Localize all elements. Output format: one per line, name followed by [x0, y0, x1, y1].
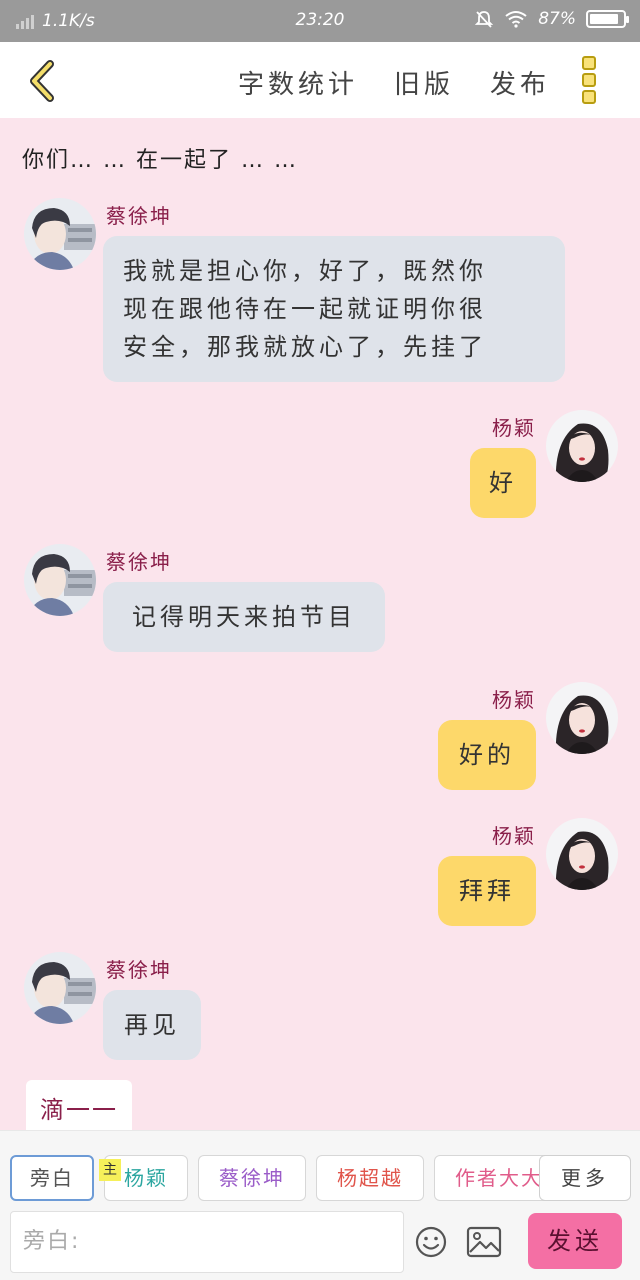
- top-actions: 字数统计 旧版 发布: [238, 64, 550, 101]
- chat-message: 蔡徐坤再见: [0, 952, 640, 1062]
- avatar-caixukun[interactable]: [24, 544, 96, 616]
- status-right: 87%: [474, 9, 629, 29]
- battery-icon: [586, 10, 629, 28]
- status-bar: 1.1K/s 23:20 87%: [0, 0, 640, 42]
- image-icon[interactable]: [466, 1225, 502, 1259]
- message-line: 拜拜: [459, 877, 515, 905]
- chat-area[interactable]: 你们… … 在一起了 … … 蔡徐坤 我就是担心你，好了，既然你 现在跟他待在一起就…: [0, 118, 640, 1130]
- message-bubble[interactable]: 我就是担心你，好了，既然你 现在跟他待在一起就证明你很 安全，那我就放心了，先挂了: [103, 236, 565, 382]
- sender-name: 蔡徐坤: [106, 550, 172, 574]
- more-roles-button[interactable]: 更多: [539, 1155, 631, 1201]
- message-line: 好的: [459, 741, 515, 769]
- narration-snippet: 滴一一: [26, 1080, 132, 1130]
- chat-message: 蔡徐坤记得明天来拍节目: [0, 544, 640, 654]
- publish-button[interactable]: 发布: [490, 64, 550, 101]
- more-vertical-icon[interactable]: [582, 56, 598, 104]
- sender-name: 杨颖: [492, 824, 536, 848]
- message-bubble[interactable]: 好: [470, 448, 536, 518]
- chat-message: 杨颖拜拜: [0, 818, 640, 928]
- battery-percent: 87%: [538, 9, 576, 29]
- avatar-yangying[interactable]: [546, 818, 618, 890]
- sender-name: 杨颖: [492, 688, 536, 712]
- message-line: 安全，那我就放心了，先挂了: [123, 333, 487, 361]
- battery-level: [590, 14, 618, 24]
- avatar-caixukun[interactable]: [24, 198, 96, 270]
- avatar-yangying[interactable]: [546, 682, 618, 754]
- chat-message: 蔡徐坤我就是担心你，好了，既然你 现在跟他待在一起就证明你很 安全，那我就放心了，先…: [0, 198, 640, 384]
- composer: 旁白 杨颖 蔡徐坤 杨超越 作者大大 主 更多 旁白: 发送: [0, 1130, 640, 1280]
- message-line: 记得明天来拍节目: [132, 603, 356, 631]
- message-line: 我就是担心你，好了，既然你: [123, 257, 487, 285]
- message-line: 现在跟他待在一起就证明你很: [123, 295, 487, 323]
- chat-message: 杨颖好的: [0, 682, 640, 792]
- avatar-caixukun[interactable]: [24, 952, 96, 1024]
- sender-name: 杨颖: [492, 416, 536, 440]
- role-chip[interactable]: 杨超越: [316, 1155, 424, 1201]
- word-count-button[interactable]: 字数统计: [238, 64, 358, 101]
- sender-name: 蔡徐坤: [106, 204, 172, 228]
- message-bubble[interactable]: 拜拜: [438, 856, 536, 926]
- wifi-icon: [505, 11, 527, 28]
- narration-text: 你们… … 在一起了 … …: [22, 148, 298, 173]
- message-line: 好: [489, 469, 517, 497]
- chat-message: 杨颖好: [0, 410, 640, 520]
- message-bubble[interactable]: 再见: [103, 990, 201, 1060]
- send-button[interactable]: 发送: [528, 1213, 622, 1269]
- avatar-yangying[interactable]: [546, 410, 618, 482]
- chevron-left-icon[interactable]: [24, 58, 60, 104]
- message-bubble[interactable]: 记得明天来拍节目: [103, 582, 385, 652]
- message-bubble[interactable]: 好的: [438, 720, 536, 790]
- message-line: 再见: [124, 1011, 180, 1039]
- role-chip[interactable]: 蔡徐坤: [198, 1155, 306, 1201]
- old-version-button[interactable]: 旧版: [394, 64, 454, 101]
- role-chip[interactable]: 旁白: [10, 1155, 94, 1201]
- message-input[interactable]: 旁白:: [10, 1211, 404, 1273]
- top-bar: 字数统计 旧版 发布: [0, 42, 640, 118]
- sender-name: 蔡徐坤: [106, 958, 172, 982]
- host-badge: 主: [99, 1159, 121, 1181]
- mute-icon: [475, 11, 494, 28]
- emoji-icon[interactable]: [414, 1225, 448, 1259]
